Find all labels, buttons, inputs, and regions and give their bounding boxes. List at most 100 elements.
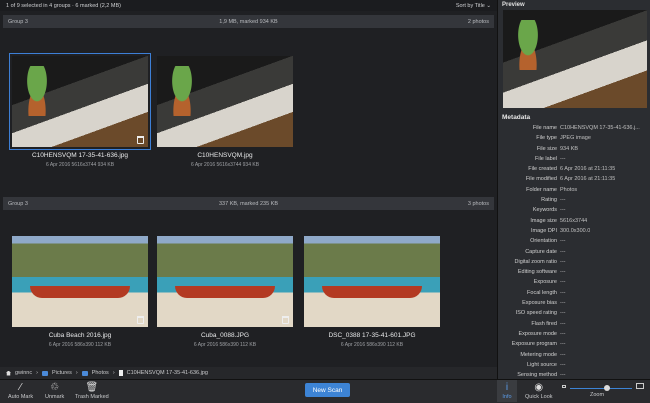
metadata-row: File created 6 Apr 2016 at 21:11:35	[498, 164, 650, 174]
breadcrumb-item[interactable]: Photos	[92, 370, 109, 376]
metadata-title: Metadata	[502, 114, 531, 121]
metadata-value: ---	[560, 330, 566, 337]
trash-marked-label: Trash Marked	[75, 394, 109, 400]
info-label: Info	[502, 394, 512, 400]
trash-icon[interactable]	[137, 136, 144, 144]
metadata-key: File label	[534, 155, 557, 162]
info-icon: i	[505, 382, 509, 393]
breadcrumb-item[interactable]: Pictures	[52, 370, 72, 376]
photo-thumbnail[interactable]: C10HENSVQM.jpg 6 Apr 2016 5616x3744 934 …	[157, 56, 293, 168]
metadata-row: Rating ---	[498, 195, 650, 205]
inspector-panel: Preview Metadata File name C10HENSVQM 17-…	[497, 0, 650, 399]
group-name: Group 3	[8, 18, 28, 25]
photo-image[interactable]	[9, 53, 151, 150]
unmark-button[interactable]: ♲ Unmark	[45, 382, 64, 400]
metadata-value: ---	[560, 258, 566, 265]
metadata-value: 6 Apr 2016 at 21:11:35	[560, 176, 616, 183]
photo-thumbnail[interactable]: Cuba Beach 2016.jpg 6 Apr 2016 586x390 1…	[12, 236, 148, 348]
trash-marked-button[interactable]: 🗑 Trash Marked	[75, 382, 109, 400]
metadata-key: File size	[536, 145, 557, 152]
photo-thumbnail[interactable]: C10HENSVQM 17-35-41-636.jpg 6 Apr 2016 5…	[9, 53, 151, 168]
photo-name: Cuba Beach 2016.jpg	[48, 332, 112, 339]
new-scan-button[interactable]: New Scan	[305, 383, 350, 397]
photo-image[interactable]	[304, 236, 440, 327]
metadata-value: ---	[560, 320, 566, 327]
trash-icon[interactable]	[282, 316, 289, 324]
eye-icon: ◉	[534, 382, 544, 393]
status-bar: 1 of 9 selected in 4 groups · 6 marked (…	[0, 0, 497, 11]
zoom-label: Zoom	[590, 392, 605, 398]
metadata-value: 934 KB	[560, 145, 579, 152]
photo-meta: 6 Apr 2016 586x390 112 KB	[340, 342, 404, 348]
photo-image[interactable]	[157, 56, 293, 147]
photo-thumbnail[interactable]: DSC_0388 17-35-41-601.JPG 6 Apr 2016 586…	[304, 236, 440, 348]
metadata-value: ---	[560, 361, 566, 368]
metadata-key: File modified	[525, 176, 557, 183]
metadata-value: ---	[560, 197, 566, 204]
breadcrumb-item[interactable]: C10HENSVQM 17-35-41-636.jpg	[127, 370, 208, 376]
folder-icon	[81, 370, 88, 376]
metadata-row: Metering mode ---	[498, 350, 650, 360]
metadata-value: ---	[560, 279, 566, 286]
photo-image[interactable]	[157, 236, 293, 327]
metadata-value: ---	[560, 238, 566, 245]
photo-name: DSC_0388 17-35-41-601.JPG	[328, 332, 416, 339]
unmark-icon: ♲	[50, 382, 60, 393]
preview-image	[503, 10, 647, 108]
group-size: 337 KB, marked 235 KB	[218, 200, 278, 207]
bottom-toolbar: ⁄ Auto Mark ♲ Unmark 🗑 Trash Marked New Sca…	[0, 379, 650, 403]
metadata-row: File type JPEG image	[498, 133, 650, 143]
metadata-key: Orientation	[530, 238, 557, 245]
metadata-value: 300.0x300.0	[560, 227, 591, 234]
metadata-key: Light source	[527, 361, 557, 368]
metadata-value: ---	[560, 269, 566, 276]
photo-thumbnail[interactable]: Cuba_0088.JPG 6 Apr 2016 586x390 112 KB	[157, 236, 293, 348]
metadata-key: Exposure bias	[522, 300, 557, 307]
group-size: 1,9 MB, marked 934 KB	[219, 18, 278, 25]
metadata-key: Rating	[541, 197, 557, 204]
selection-status: 1 of 9 selected in 4 groups · 6 marked (…	[6, 2, 121, 9]
metadata-row: Exposure mode ---	[498, 329, 650, 339]
photo-name: C10HENSVQM.jpg	[197, 152, 253, 159]
photo-meta: 6 Apr 2016 5616x3744 934 KB	[45, 162, 115, 168]
metadata-key: Exposure mode	[518, 330, 557, 337]
metadata-row: File modified 6 Apr 2016 at 21:11:35	[498, 174, 650, 184]
photo-groups: Group 3 1,9 MB, marked 934 KB 2 photos C…	[0, 11, 497, 367]
metadata-key: Folder name	[526, 186, 557, 193]
metadata-key: Editing software	[517, 269, 557, 276]
photo-meta: 6 Apr 2016 586x390 112 KB	[193, 342, 257, 348]
metadata-row: Orientation ---	[498, 236, 650, 246]
sort-dropdown[interactable]: Sort by Title ⌄	[456, 3, 491, 9]
metadata-row: Image size 5616x3744	[498, 216, 650, 226]
metadata-row: Exposure bias ---	[498, 298, 650, 308]
metadata-key: Capture date	[525, 248, 557, 255]
breadcrumb-item[interactable]: gwinnc	[15, 370, 32, 376]
metadata-key: Exposure program	[511, 341, 557, 348]
zoom-small-icon	[562, 385, 566, 388]
metadata-key: Flash fired	[531, 320, 557, 327]
photo-meta: 6 Apr 2016 586x390 112 KB	[48, 342, 112, 348]
metadata-list: File name C10HENSVQM 17-35-41-636.j... Fil…	[498, 123, 650, 401]
quick-look-button[interactable]: ◉ Quick Look	[525, 382, 553, 400]
home-icon	[6, 370, 11, 376]
breadcrumb: gwinnc › Pictures › Photos › C10HENSVQM 17-…	[0, 367, 497, 379]
metadata-row: Exposure program ---	[498, 339, 650, 349]
file-icon	[118, 370, 123, 376]
metadata-value: ---	[560, 207, 566, 214]
trash-icon[interactable]	[137, 316, 144, 324]
trash-icon: 🗑	[85, 382, 99, 393]
metadata-value: Photos	[560, 186, 578, 193]
photo-image[interactable]	[12, 236, 148, 327]
metadata-key: Image size	[530, 217, 557, 224]
zoom-slider[interactable]	[570, 388, 632, 389]
zoom-slider-handle[interactable]	[604, 385, 611, 391]
metadata-value: 5616x3744	[560, 217, 588, 224]
folder-icon	[41, 370, 48, 376]
info-button[interactable]: i Info	[497, 380, 517, 402]
metadata-row: File label ---	[498, 154, 650, 164]
metadata-value: ---	[560, 300, 566, 307]
group-header: Group 3 1,9 MB, marked 934 KB 2 photos	[3, 15, 494, 28]
metadata-row: Flash fired ---	[498, 319, 650, 329]
metadata-row: Folder name Photos	[498, 185, 650, 195]
auto-mark-button[interactable]: ⁄ Auto Mark	[8, 382, 33, 400]
